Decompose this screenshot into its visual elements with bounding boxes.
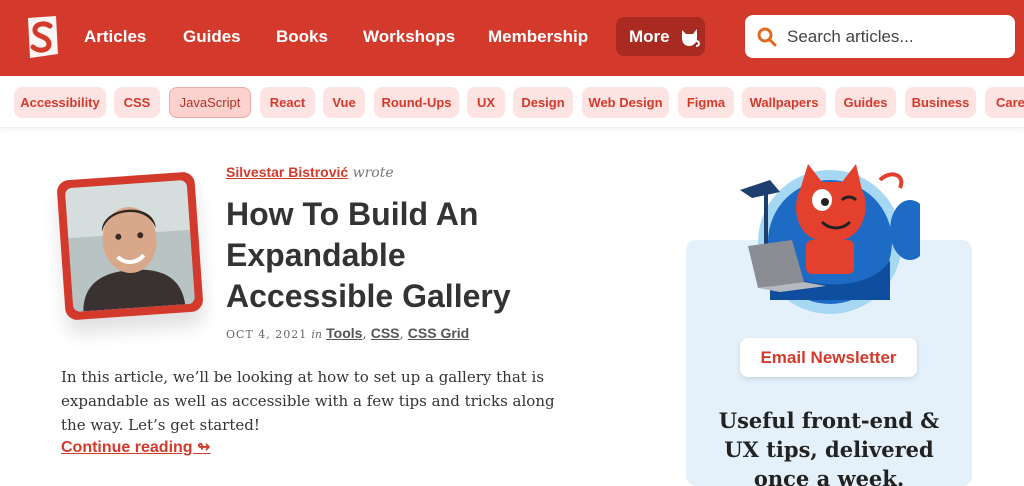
- tag-business[interactable]: Business: [905, 87, 976, 118]
- author-line: Silvestar Bistrović wrote: [226, 164, 394, 181]
- tag-vue[interactable]: Vue: [323, 87, 365, 118]
- tag-bar: Accessibility CSS JavaScript React Vue R…: [0, 76, 1024, 128]
- continue-reading-link[interactable]: Continue reading ↬: [61, 437, 210, 457]
- tag-javascript[interactable]: JavaScript: [169, 87, 251, 118]
- search-box[interactable]: [745, 15, 1015, 58]
- article-excerpt: In this article, we’ll be looking at how…: [61, 368, 555, 434]
- tag-figma[interactable]: Figma: [678, 87, 734, 118]
- category-css-grid[interactable]: CSS Grid: [408, 325, 469, 341]
- more-label: More: [629, 26, 670, 46]
- author-avatar-frame: [56, 171, 204, 321]
- tag-careers[interactable]: Caree: [985, 87, 1024, 118]
- tag-css[interactable]: CSS: [114, 87, 160, 118]
- tag-design[interactable]: Design: [513, 87, 573, 118]
- smashing-logo-icon[interactable]: [22, 14, 62, 62]
- category-css[interactable]: CSS: [371, 325, 400, 341]
- wrote-label: wrote: [352, 165, 394, 181]
- article-meta: OCT 4, 2021 in Tools, CSS, CSS Grid: [226, 325, 470, 342]
- nav-books[interactable]: Books: [276, 27, 328, 47]
- tag-round-ups[interactable]: Round-Ups: [374, 87, 459, 118]
- search-input[interactable]: [787, 26, 987, 47]
- tag-guides[interactable]: Guides: [835, 87, 896, 118]
- nav-articles[interactable]: Articles: [84, 27, 146, 47]
- article-title[interactable]: How To Build An Expandable Accessible Ga…: [226, 194, 546, 317]
- newsletter-text: Useful front-end & UX tips, delivered on…: [718, 408, 940, 486]
- in-label: in: [311, 328, 323, 341]
- article-date: OCT 4, 2021: [226, 328, 308, 341]
- tag-ux[interactable]: UX: [467, 87, 505, 118]
- search-icon: [757, 27, 777, 46]
- category-tools[interactable]: Tools: [326, 325, 362, 341]
- tag-react[interactable]: React: [260, 87, 315, 118]
- nav-membership[interactable]: Membership: [488, 27, 588, 47]
- newsletter-cat-illustration: [740, 164, 920, 314]
- cat-icon: [681, 28, 700, 47]
- more-button[interactable]: More: [616, 17, 705, 56]
- author-photo: [64, 179, 196, 313]
- tag-wallpapers[interactable]: Wallpapers: [742, 87, 826, 118]
- author-link[interactable]: Silvestar Bistrović: [226, 164, 348, 180]
- site-header: Articles Guides Books Workshops Membersh…: [0, 0, 1024, 76]
- email-newsletter-button[interactable]: Email Newsletter: [740, 338, 917, 377]
- tag-web-design[interactable]: Web Design: [582, 87, 669, 118]
- nav-workshops[interactable]: Workshops: [363, 27, 455, 47]
- tag-accessibility[interactable]: Accessibility: [14, 87, 106, 118]
- nav-guides[interactable]: Guides: [183, 27, 241, 47]
- avatar: [64, 179, 196, 313]
